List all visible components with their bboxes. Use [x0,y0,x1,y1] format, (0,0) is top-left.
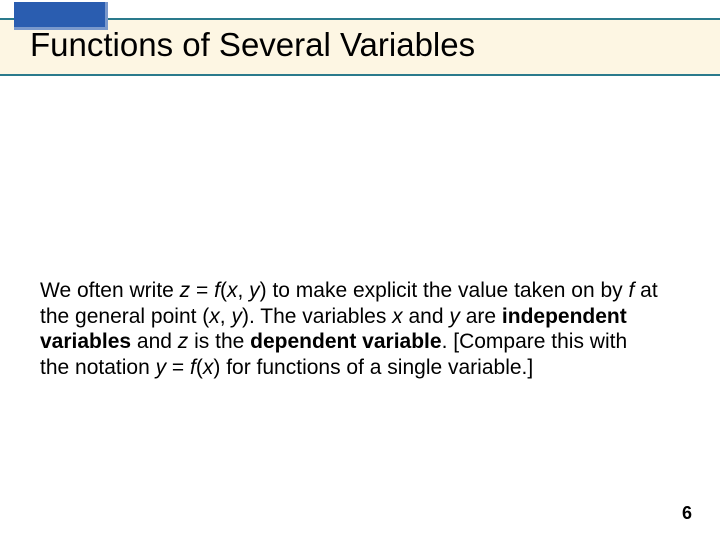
slide-title: Functions of Several Variables [30,26,475,64]
var-z: z [178,330,189,353]
text: and [403,305,450,328]
text: = [190,279,214,302]
var-x: x [203,356,214,379]
text: are [460,305,502,328]
text: We often write [40,279,180,302]
var-y: y [231,305,242,328]
body-paragraph: We often write z = f(x, y) to make expli… [40,278,660,380]
var-x: x [209,305,220,328]
text: ( [220,279,227,302]
text: and [131,330,178,353]
text: , [220,305,232,328]
var-y: y [449,305,460,328]
text: ( [196,356,203,379]
text: ). The variables [242,305,392,328]
text: , [237,279,249,302]
bold-dependent: dependent variable [250,330,441,353]
page-number: 6 [682,503,692,524]
var-y: y [249,279,260,302]
var-x: x [227,279,238,302]
var-y: y [156,356,167,379]
text: ) to make explicit the value taken on by [260,279,629,302]
text: ) for functions of a single variable.] [213,356,533,379]
var-z: z [180,279,191,302]
text: is the [188,330,250,353]
text: = [166,356,190,379]
var-x: x [392,305,403,328]
